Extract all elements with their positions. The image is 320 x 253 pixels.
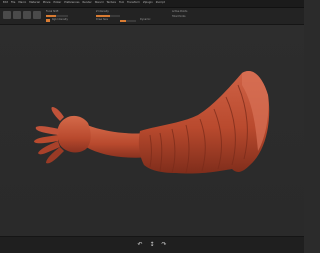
- edit-icon[interactable]: [33, 11, 41, 19]
- focal-shift-label: Focal Shift: [46, 10, 59, 13]
- menu-item-movie[interactable]: Movie: [43, 2, 51, 5]
- menu-item-edit[interactable]: Edit: [3, 2, 8, 5]
- menu-item-transform[interactable]: Transform: [127, 2, 140, 5]
- preview-icon[interactable]: [23, 11, 31, 19]
- total-points-label: Total Points: [172, 15, 186, 18]
- menu-item-picker[interactable]: Picker: [53, 2, 61, 5]
- menu-item-stencil[interactable]: Stencil: [95, 2, 104, 5]
- menu-item-preferences[interactable]: Preferences: [64, 2, 79, 5]
- menu-item-texture[interactable]: Texture: [106, 2, 116, 5]
- redo-button[interactable]: ↷: [162, 242, 167, 248]
- menu-item-zplugin[interactable]: Zplugin: [143, 2, 153, 5]
- bottom-bar: ↶ ↕ ↷: [0, 236, 304, 253]
- menu-item-file[interactable]: File: [11, 2, 15, 5]
- rgb-intensity-label: Rgb Intensity: [52, 18, 68, 21]
- dynamic-toggle[interactable]: Dynamic: [140, 18, 151, 21]
- active-points-label: Active Points: [172, 10, 188, 13]
- menu-item-zscript[interactable]: Zscript: [156, 2, 165, 5]
- z-intensity-fill: [96, 15, 110, 17]
- menu-item-macro[interactable]: Macro: [18, 2, 26, 5]
- draw-size-fill: [120, 20, 126, 22]
- document-canvas[interactable]: [0, 25, 304, 236]
- focal-shift-fill: [46, 15, 56, 17]
- light-box-icon[interactable]: [13, 11, 21, 19]
- menu-item-material[interactable]: Material: [29, 2, 40, 5]
- scroll-button[interactable]: ↕: [149, 242, 154, 248]
- menu-item-tool[interactable]: Tool: [119, 2, 124, 5]
- sculpted-arm-model: [34, 71, 270, 174]
- menu-item-render[interactable]: Render: [82, 2, 91, 5]
- z-intensity-label: Z Intensity: [96, 10, 109, 13]
- material-swatch[interactable]: [46, 19, 50, 22]
- top-toolbar: Focal Shift Rgb Intensity Z Intensity Dr…: [0, 8, 304, 25]
- menu-bar: Edit File Macro Material Movie Picker Pr…: [0, 0, 304, 8]
- undo-button[interactable]: ↶: [137, 242, 142, 248]
- home-icon[interactable]: [3, 11, 11, 19]
- draw-size-label: Draw Size: [96, 18, 108, 21]
